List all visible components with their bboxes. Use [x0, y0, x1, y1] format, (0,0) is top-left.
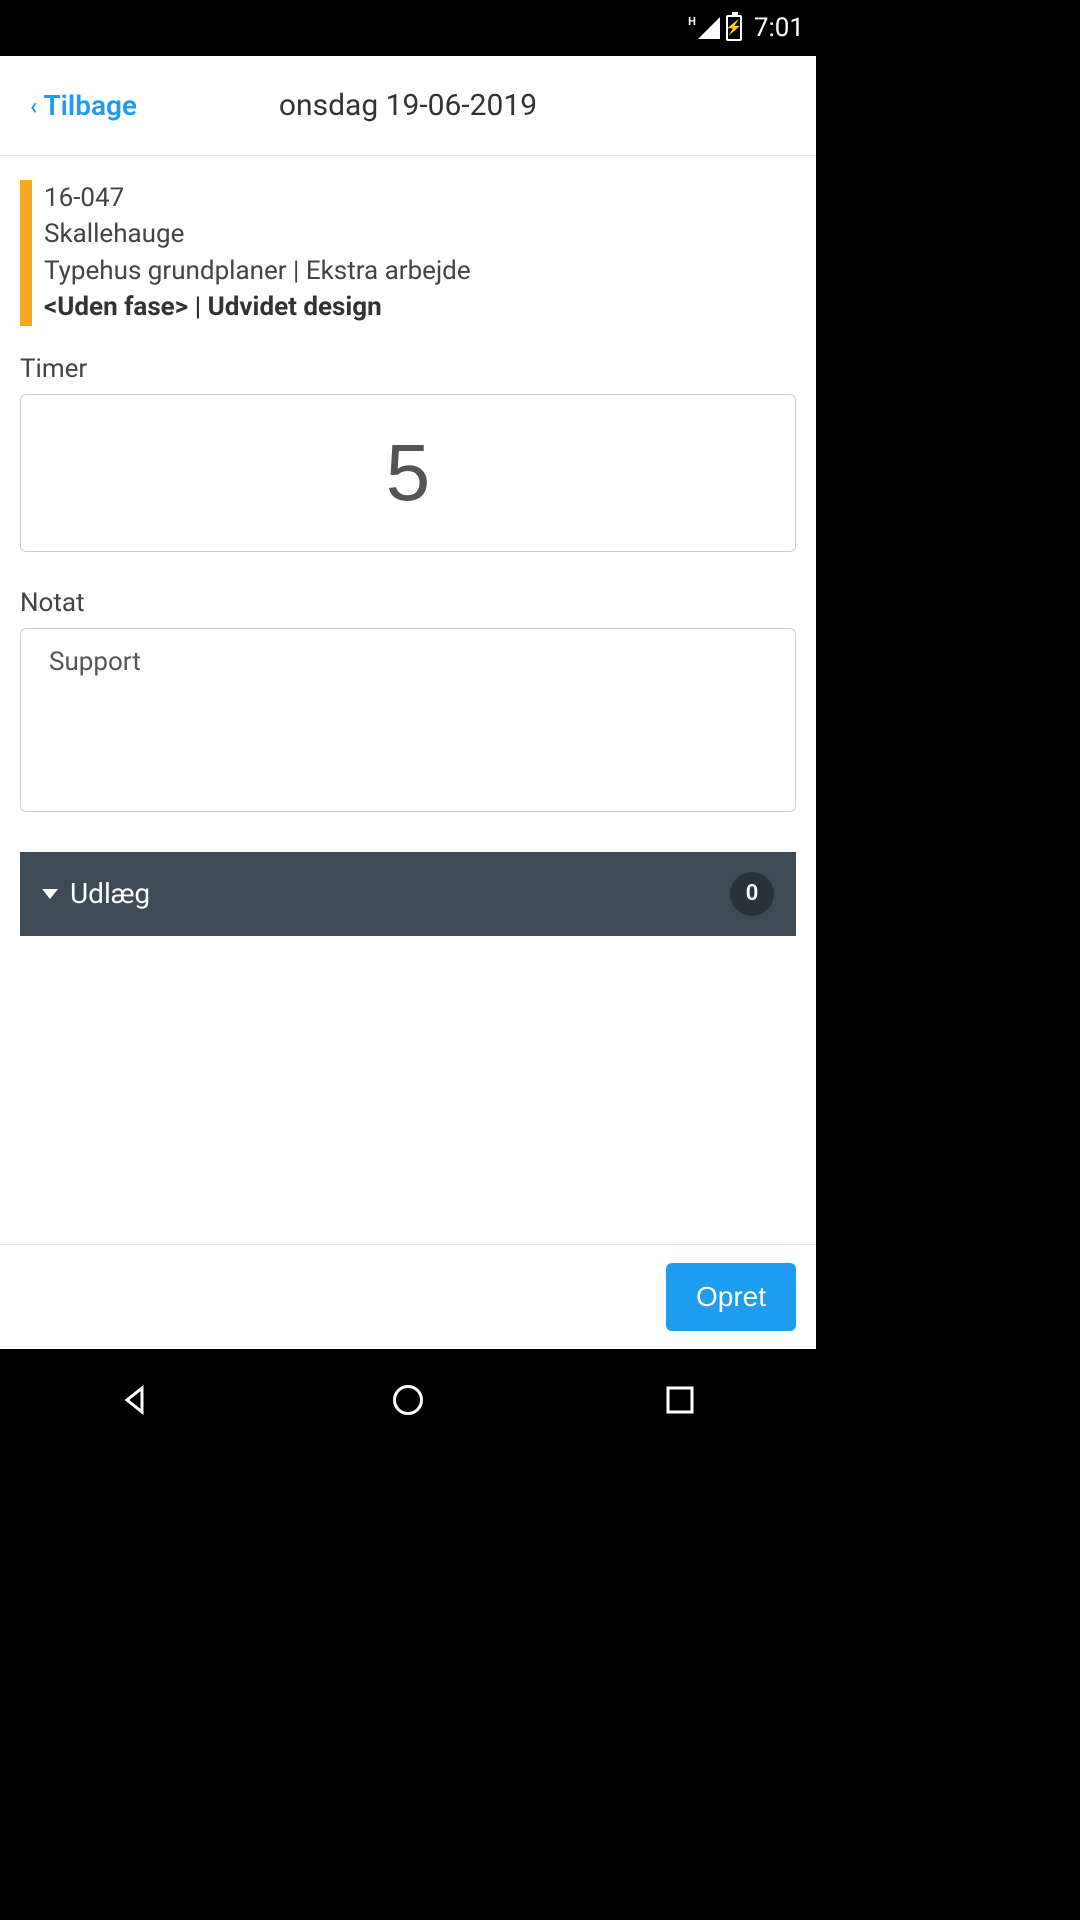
project-code: 16-047	[44, 180, 796, 216]
signal-icon	[698, 17, 720, 39]
system-home-button[interactable]	[390, 1382, 426, 1418]
back-button[interactable]: ‹ Tilbage	[0, 89, 137, 122]
chevron-down-icon	[42, 889, 58, 899]
network-type-label: H	[688, 15, 696, 28]
phase-line: <Uden fase> | Udvidet design	[44, 289, 796, 325]
timer-field-group: Timer	[20, 354, 796, 552]
notat-label: Notat	[20, 588, 796, 618]
udlaeg-expand-header[interactable]: Udlæg 0	[20, 852, 796, 936]
status-bar: H ⚡ 7:01	[0, 0, 816, 56]
project-info-block: 16-047 Skallehauge Typehus grundplaner |…	[20, 180, 796, 326]
notat-textarea[interactable]	[20, 628, 796, 812]
main-content: 16-047 Skallehauge Typehus grundplaner |…	[0, 156, 816, 1244]
page-title: onsdag 19-06-2019	[279, 88, 537, 123]
system-back-button[interactable]	[118, 1382, 154, 1418]
status-time: 7:01	[754, 13, 804, 43]
footer: Opret	[0, 1244, 816, 1349]
battery-bolt-icon: ⚡	[725, 21, 742, 35]
timer-input[interactable]	[20, 394, 796, 552]
task-line: Typehus grundplaner | Ekstra arbejde	[44, 253, 796, 289]
udlaeg-count-badge: 0	[730, 872, 774, 916]
app-content: ‹ Tilbage onsdag 19-06-2019 16-047 Skall…	[0, 56, 816, 1349]
udlaeg-label: Udlæg	[70, 877, 150, 910]
status-icons: H ⚡ 7:01	[688, 13, 804, 43]
battery-charging-icon: ⚡	[726, 15, 742, 41]
back-label: Tilbage	[43, 89, 137, 122]
client-name: Skallehauge	[44, 216, 796, 252]
system-nav-bar	[0, 1349, 816, 1451]
system-recent-button[interactable]	[662, 1382, 698, 1418]
create-button[interactable]: Opret	[666, 1263, 796, 1331]
notat-field-group: Notat	[20, 588, 796, 816]
expand-left: Udlæg	[42, 877, 150, 910]
timer-label: Timer	[20, 354, 796, 384]
chevron-left-icon: ‹	[30, 92, 37, 120]
app-header: ‹ Tilbage onsdag 19-06-2019	[0, 56, 816, 156]
